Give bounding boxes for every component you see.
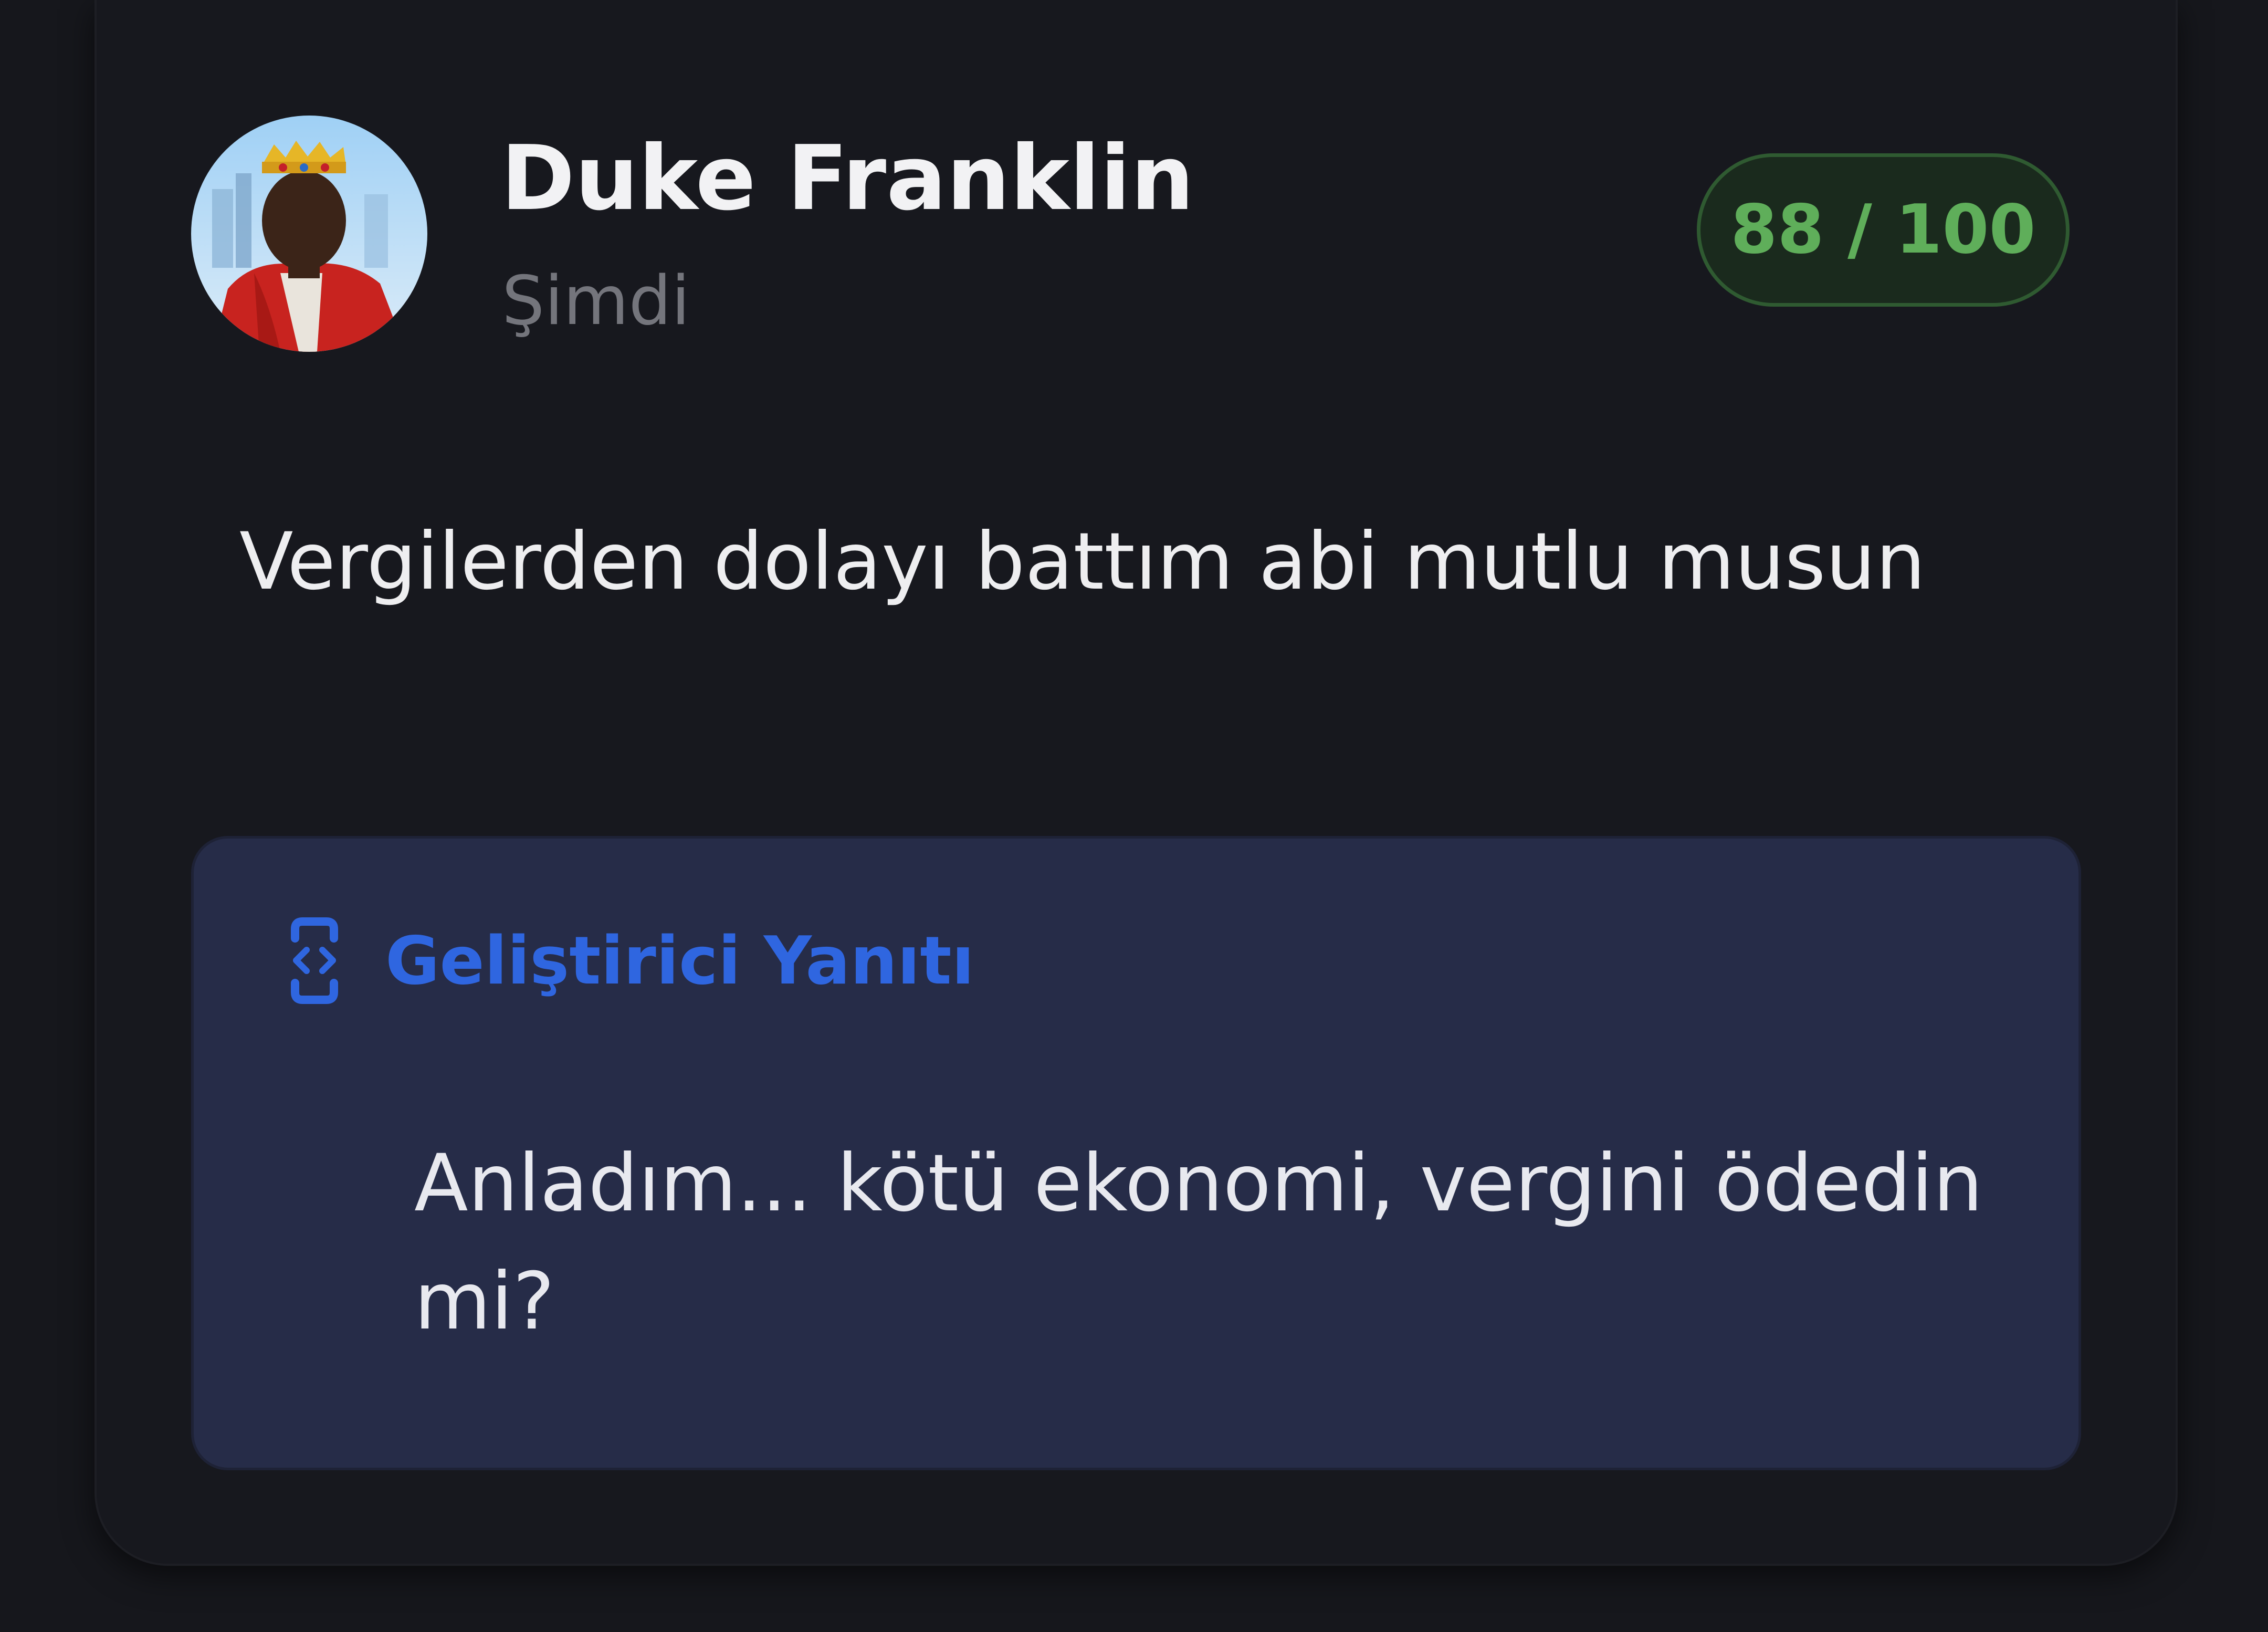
developer-reply-text: Anladım... kötü ekonomi, vergini ödedin …: [414, 1138, 1983, 1347]
developer-reply: Geliştirici Yanıtı Anladım... kötü ekono…: [191, 836, 2081, 1470]
score-value: 88 / 100: [1730, 191, 2036, 269]
user-name: Duke Franklin: [501, 127, 1194, 231]
developer-reply-title: Geliştirici Yanıtı: [385, 922, 974, 999]
code-icon: [286, 917, 343, 1004]
avatar[interactable]: [191, 116, 427, 352]
avatar-image: [191, 116, 427, 352]
review-text: Vergilerden dolayı battım abi mutlu musu…: [239, 516, 1926, 608]
score-badge: 88 / 100: [1697, 153, 2070, 307]
review-timestamp: Şimdi: [502, 262, 690, 340]
review-card: Duke Franklin Şimdi 88 / 100 Vergilerden…: [94, 0, 2178, 1566]
developer-reply-header: Geliştirici Yanıtı: [286, 917, 974, 1004]
